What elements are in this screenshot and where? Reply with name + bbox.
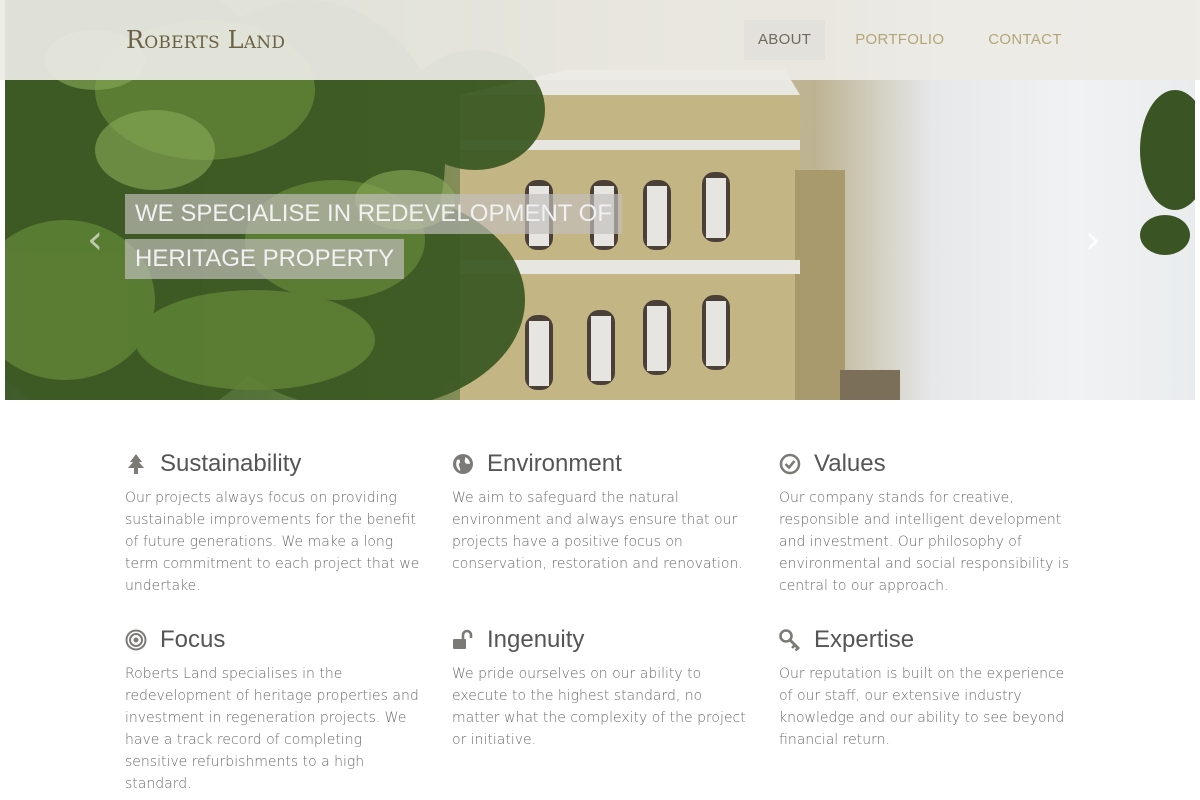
feature-text: Our projects always focus on providing s… (125, 490, 420, 594)
chevron-right-icon[interactable]: › (1078, 220, 1108, 260)
nav-about[interactable]: ABOUT (744, 20, 826, 60)
feature-title: Values (814, 450, 886, 477)
feature-text: We aim to safeguard the natural environm… (452, 490, 743, 572)
globe-icon (453, 454, 473, 474)
feature-text: Roberts Land specialises in the redevelo… (125, 666, 419, 792)
hero-caption-line-2: HERITAGE PROPERTY (125, 239, 405, 279)
top-navbar: Roberts Land ABOUT PORTFOLIO CONTACT (0, 0, 1200, 80)
feature-title: Focus (160, 626, 226, 653)
feature-environment: Environment We aim to safeguard the natu… (452, 449, 752, 575)
chevron-left-icon[interactable]: ‹ (80, 220, 110, 260)
feature-text: Our company stands for creative, respons… (779, 490, 1070, 594)
nav-contact[interactable]: CONTACT (974, 20, 1075, 60)
feature-sustainability: Sustainability Our projects always focus… (125, 449, 425, 597)
feature-title: Environment (487, 450, 622, 477)
key-icon (779, 629, 800, 651)
nav-portfolio[interactable]: PORTFOLIO (841, 20, 958, 60)
feature-title: Sustainability (160, 450, 302, 477)
feature-expertise: Expertise Our reputation is built on the… (779, 625, 1079, 751)
feature-title: Expertise (814, 626, 915, 653)
feature-text: We pride ourselves on our ability to exe… (452, 666, 746, 748)
hero-caption-line-1: WE SPECIALISE IN REDEVELOPMENT OF (125, 194, 622, 234)
feature-title: Ingenuity (487, 626, 585, 653)
tree-icon (128, 454, 144, 474)
site-logo[interactable]: Roberts Land (126, 26, 285, 54)
feature-focus: Focus Roberts Land specialises in the re… (125, 625, 425, 795)
check-circle-icon (779, 453, 801, 475)
main-nav: ABOUT PORTFOLIO CONTACT (744, 20, 1092, 60)
target-icon (125, 629, 147, 651)
feature-values: Values Our company stands for creative, … (779, 449, 1079, 597)
feature-text: Our reputation is built on the experienc… (779, 666, 1065, 748)
unlock-icon (453, 629, 473, 649)
feature-ingenuity: Ingenuity We pride ourselves on our abil… (452, 625, 752, 751)
